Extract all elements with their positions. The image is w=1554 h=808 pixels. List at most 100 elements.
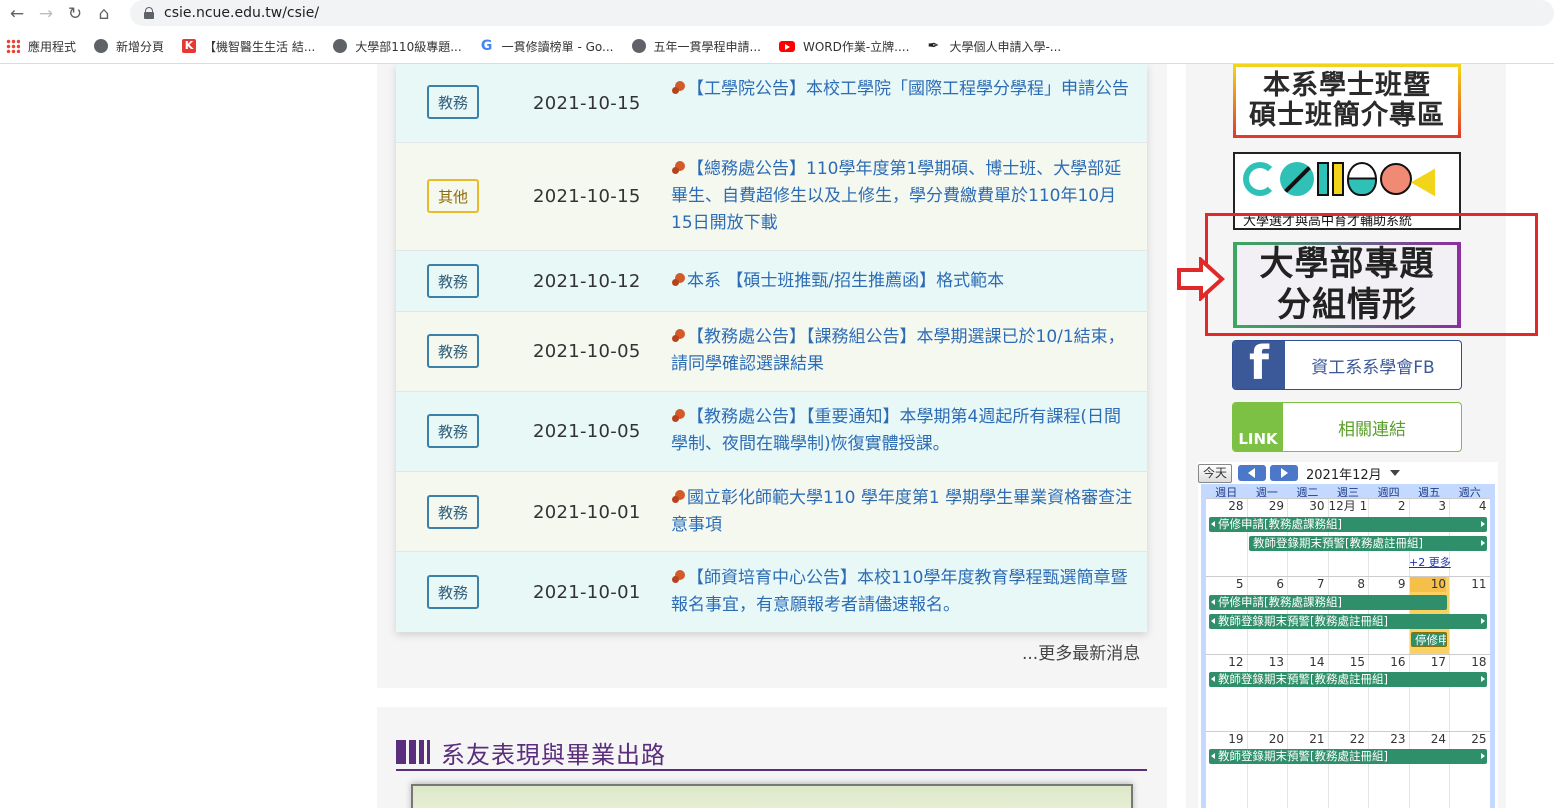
news-date: 2021-10-15	[533, 93, 641, 114]
more-news-link[interactable]: ...更多最新消息	[1022, 639, 1140, 664]
bookmark-apps[interactable]: 應用程式	[6, 38, 76, 55]
bookmark-admission[interactable]: ✒ 大學個人申請入學-...	[927, 38, 1061, 55]
link-signal-icon: LINK	[1233, 403, 1283, 451]
calendar-day[interactable]: 24	[1408, 732, 1450, 808]
bookmark-program[interactable]: 五年一貫學程申請...	[631, 38, 761, 55]
news-row: 教務 2021-10-12 本系 【碩士班推甄/招生推薦函】格式範本	[396, 251, 1147, 312]
related-links-button[interactable]: LINK 相關連結	[1232, 402, 1462, 452]
reload-icon[interactable]: ↻	[63, 2, 87, 26]
links-label: 相關連結	[1338, 419, 1406, 440]
news-title-link[interactable]: 【教務處公告】【重要通知】本學期第4週起所有課程(日間學制、夜間在職學制)恢復實…	[671, 404, 1133, 458]
calendar-day[interactable]: 20	[1246, 732, 1288, 808]
alumni-image[interactable]	[411, 784, 1133, 808]
calendar-day[interactable]: 13	[1246, 655, 1288, 731]
calendar-day[interactable]: 25	[1449, 732, 1490, 808]
back-arrow-icon[interactable]: ←	[5, 2, 29, 26]
calendar-widget: 今天 2021年12月 週日 週一 週二 週三 週四 週五 週六 28 29 3…	[1198, 462, 1498, 808]
news-date: 2021-10-05	[533, 421, 641, 442]
bookmarks-bar: 應用程式 新增分頁 K 【機智醫生生活 結... 大學部110級專題... G 一貫…	[0, 32, 1554, 60]
weekday-label: 週二	[1296, 486, 1319, 499]
heading-underline	[396, 769, 1147, 771]
calendar-event[interactable]: 教師登錄期末預警[教務處註冊組]	[1209, 614, 1487, 629]
pushpin-icon	[671, 81, 685, 95]
category-tag[interactable]: 教務	[427, 575, 479, 609]
weekday-label: 週六	[1458, 486, 1481, 499]
news-row: 教務 2021-10-05 【教務處公告】【重要通知】本學期第4週起所有課程(日…	[396, 392, 1147, 472]
news-title-link[interactable]: 【工學院公告】本校工學院「國際工程學分學程」申請公告	[671, 76, 1133, 103]
globe-icon	[333, 39, 348, 53]
pushpin-icon	[671, 490, 685, 504]
bookmark-youtube[interactable]: WORD作業-立牌....	[778, 38, 909, 55]
calendar-body: 28 29 30 12月 1日 2 3 4 停修申請[教務處課務組] 教師登錄期…	[1206, 498, 1490, 808]
red-arrow-icon	[1177, 257, 1225, 301]
globe-icon	[94, 39, 109, 53]
home-icon[interactable]: ⌂	[92, 2, 116, 26]
weekday-header: 週日 週一 週二 週三 週四 週五 週六	[1206, 484, 1490, 499]
news-date: 2021-10-01	[533, 582, 641, 603]
calendar-day[interactable]: 18	[1449, 655, 1490, 731]
news-title-link[interactable]: 【總務處公告】110學年度第1學期碩、博士班、大學部延畢生、自費超修生以及上修生…	[671, 156, 1133, 237]
category-tag[interactable]: 教務	[427, 85, 479, 119]
prev-month-icon[interactable]	[1238, 465, 1267, 481]
news-title-link[interactable]: 【師資培育中心公告】本校110學年度教育學程甄選簡章暨報名事宜，有意願報考者請儘…	[671, 565, 1133, 619]
calendar-event[interactable]: 教師登錄期末預警[教務處註冊組]	[1209, 749, 1487, 764]
more-events-link[interactable]: +2 更多	[1409, 554, 1451, 570]
calendar-event[interactable]: 停修申請[教務處課務組]	[1209, 595, 1447, 610]
calendar-event[interactable]: 教師登錄期末預警[教務處註冊組]	[1209, 672, 1487, 687]
calendar-day[interactable]: 28	[1206, 499, 1247, 576]
calendar-day[interactable]: 17	[1408, 655, 1450, 731]
calendar-day[interactable]: 19	[1206, 732, 1247, 808]
colleap-logo	[1243, 161, 1448, 197]
next-month-icon[interactable]	[1270, 465, 1299, 481]
pushpin-icon	[671, 409, 685, 423]
pushpin-icon	[671, 329, 685, 343]
forward-arrow-icon[interactable]: →	[34, 2, 58, 26]
calendar-week: 28 29 30 12月 1日 2 3 4 停修申請[教務處課務組] 教師登錄期…	[1206, 498, 1490, 576]
url-text: csie.ncue.edu.tw/csie/	[164, 5, 320, 21]
calendar-week: 19 20 21 22 23 24 25 教師登錄期末預警[教務處註冊組]	[1206, 731, 1490, 808]
calendar-day[interactable]: 23	[1368, 732, 1409, 808]
category-tag[interactable]: 教務	[427, 495, 479, 529]
category-tag[interactable]: 教務	[427, 414, 479, 448]
calendar-day[interactable]: 14	[1287, 655, 1328, 731]
news-title-link[interactable]: 本系 【碩士班推甄/招生推薦函】格式範本	[671, 268, 1133, 295]
bookmark-k[interactable]: K 【機智醫生生活 結...	[182, 38, 315, 55]
heading-bars-icon	[396, 740, 433, 764]
today-button[interactable]: 今天	[1198, 463, 1233, 483]
section-title: 系友表現與畢業出路	[441, 740, 666, 769]
calendar-day[interactable]: 12	[1206, 655, 1247, 731]
news-list: 教務 2021-10-15 【工學院公告】本校工學院「國際工程學分學程」申請公告…	[396, 64, 1147, 632]
bookmark-project[interactable]: 大學部110級專題...	[333, 38, 462, 55]
news-row: 教務 2021-10-01 國立彰化師範大學110 學年度第1 學期學生畢業資格…	[396, 472, 1147, 552]
category-tag[interactable]: 教務	[427, 264, 479, 298]
calendar-day[interactable]: 15	[1327, 655, 1369, 731]
category-tag[interactable]: 教務	[427, 334, 479, 368]
url-field[interactable]: csie.ncue.edu.tw/csie/	[130, 0, 1554, 26]
facebook-link-button[interactable]: f 資工系系學會FB	[1232, 340, 1462, 390]
google-icon: G	[480, 38, 493, 54]
weekday-label: 週三	[1337, 486, 1360, 499]
alumni-heading: 系友表現與畢業出路	[396, 734, 666, 770]
banner-line: 碩士班簡介專區	[1249, 100, 1445, 131]
pen-icon: ✒	[927, 38, 940, 54]
weekday-label: 週日	[1215, 486, 1238, 499]
calendar-day[interactable]: 22	[1327, 732, 1369, 808]
category-tag[interactable]: 其他	[427, 179, 479, 213]
bookmark-google[interactable]: G 一貫修讀榜單 - Go...	[480, 38, 614, 55]
calendar-event[interactable]: 教師登錄期末預警[教務處註冊組]	[1249, 536, 1487, 551]
calendar-event[interactable]: 停修申	[1411, 632, 1447, 647]
highlight-box	[1205, 213, 1538, 336]
bookmark-new-tab[interactable]: 新增分頁	[94, 38, 164, 55]
calendar-day[interactable]: 16	[1368, 655, 1409, 731]
weekday-label: 週五	[1418, 486, 1441, 499]
apps-grid-icon	[6, 39, 20, 53]
dropdown-arrow-icon[interactable]	[1389, 470, 1400, 476]
program-intro-banner[interactable]: 本系學士班暨 碩士班簡介專區	[1233, 64, 1461, 138]
calendar-week: 5 6 7 8 9 10 11 停修申請[教務處課務組] 教師登錄期末預警[教務…	[1206, 576, 1490, 654]
news-title-link[interactable]: 國立彰化師範大學110 學年度第1 學期學生畢業資格審查注意事項	[671, 485, 1133, 539]
news-title-link[interactable]: 【教務處公告】【課務組公告】本學期選課已於10/1結束，請同學確認選課結果	[671, 324, 1133, 378]
calendar-event[interactable]: 停修申請[教務處課務組]	[1209, 517, 1487, 532]
fb-label: 資工系系學會FB	[1311, 357, 1435, 378]
calendar-day[interactable]: 21	[1287, 732, 1328, 808]
news-row: 教務 2021-10-05 【教務處公告】【課務組公告】本學期選課已於10/1結…	[396, 312, 1147, 392]
